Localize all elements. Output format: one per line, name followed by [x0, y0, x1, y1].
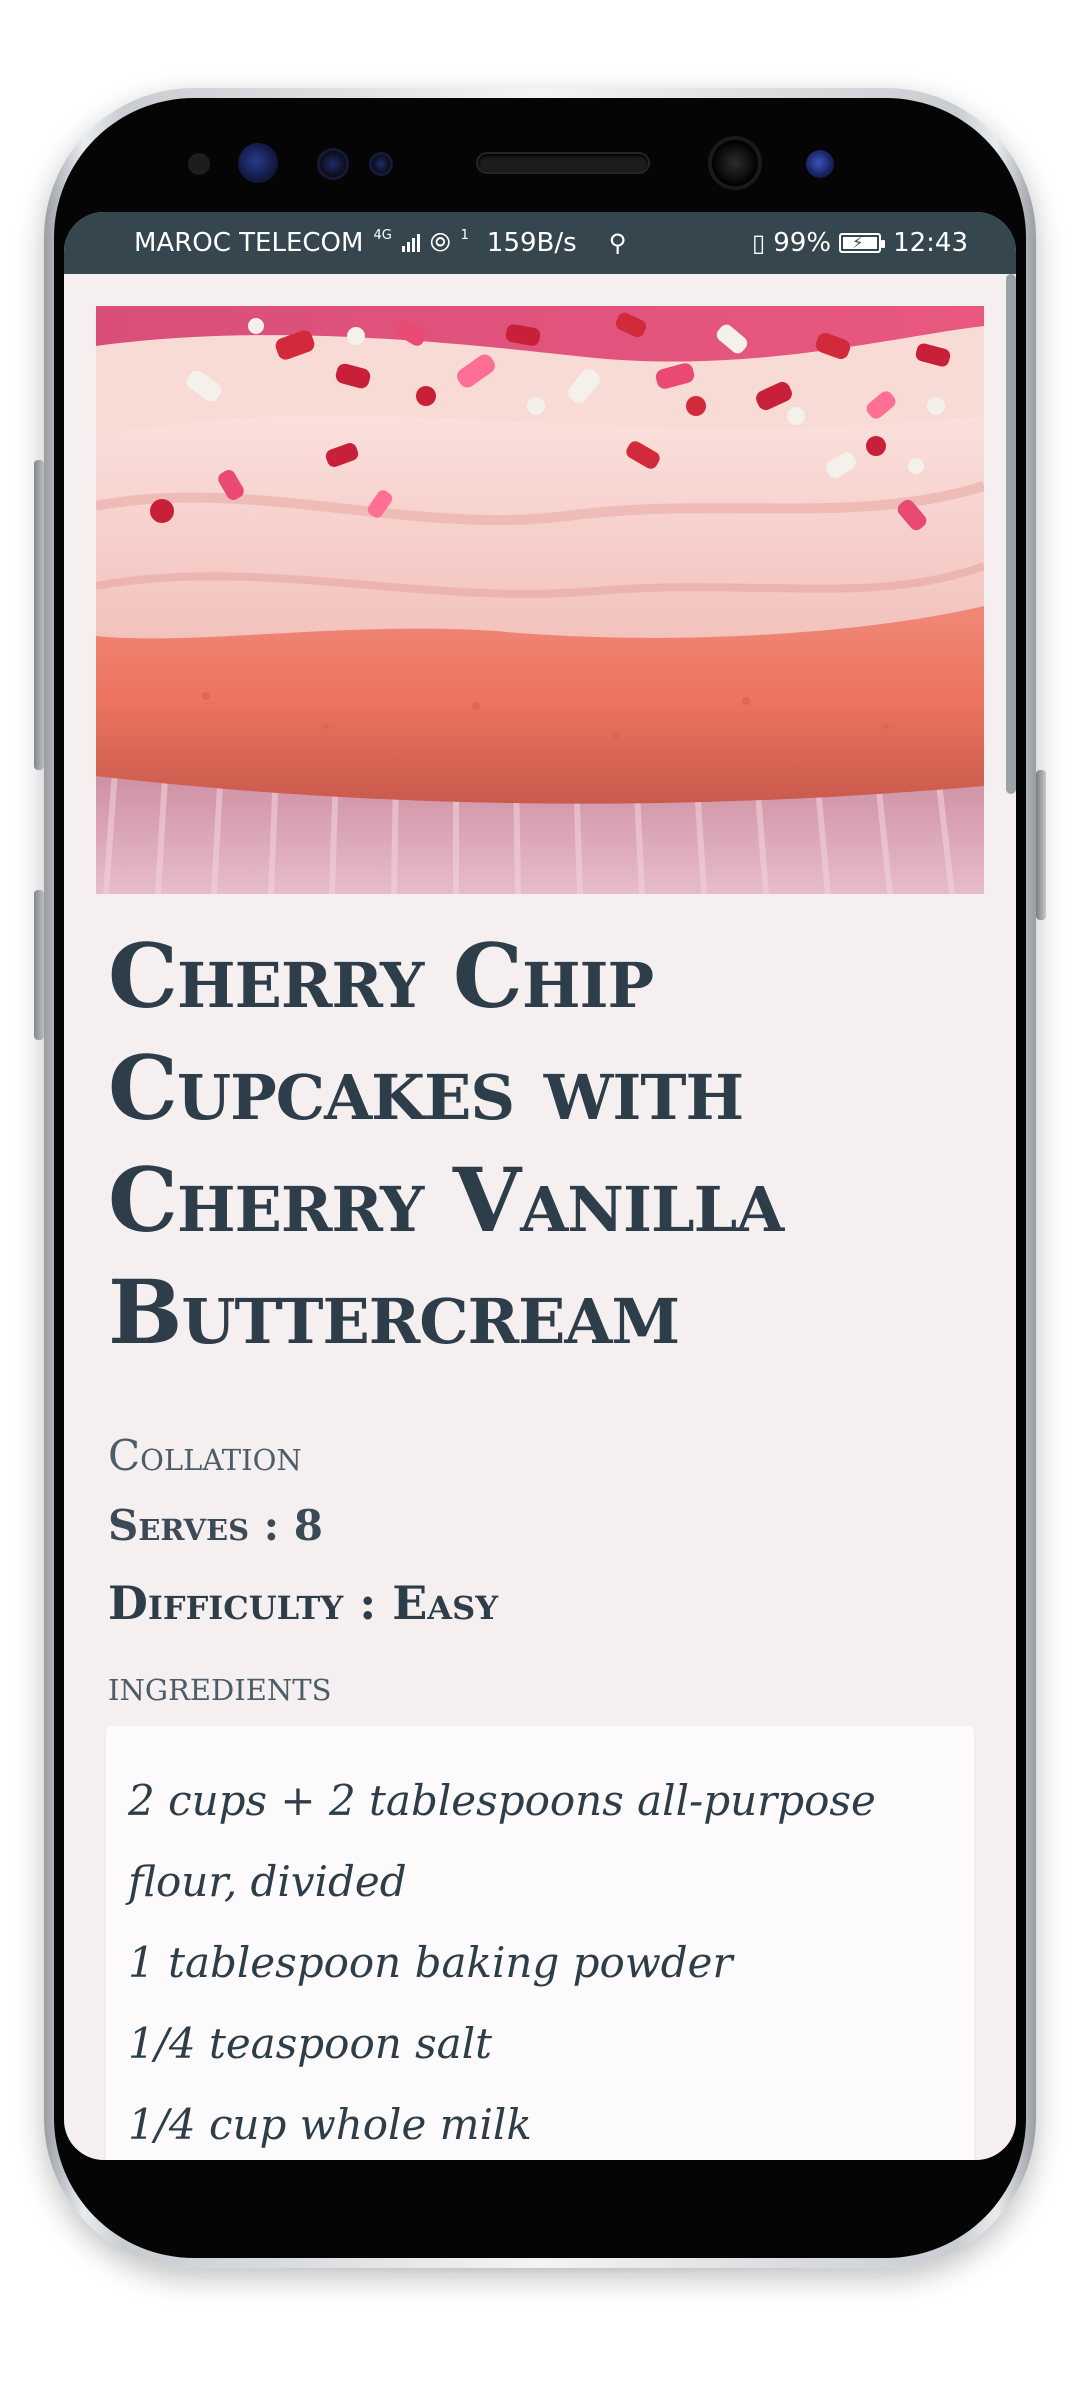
clock: 12:43 [893, 228, 968, 258]
light-sensor [320, 151, 346, 177]
ingredients-card: 2 cups + 2 tablespoons all-purpose flour… [106, 1726, 974, 2160]
led-sensor [372, 155, 390, 173]
ingredient-item: 2 cups + 2 tablespoons all-purpose flour… [128, 1776, 876, 1906]
recipe-serves: Serves : 8 [108, 1501, 324, 1550]
front-camera [712, 140, 758, 186]
hotspot-badge: 1 [460, 227, 469, 243]
status-right: ▯ 99% ⚡ 12:43 [752, 212, 968, 274]
power-button [1036, 770, 1046, 920]
carrier-name: MAROC TELECOM [134, 228, 364, 258]
iris-sensor [238, 143, 278, 183]
iris-camera [806, 150, 834, 178]
hotspot-icon: ⦾ [429, 227, 451, 258]
signal-icon [401, 234, 420, 252]
device-mockup: MAROC TELECOM 4G ⦾ 1 159B/s ⚲ ▯ 99% ⚡ 12… [0, 0, 1080, 2400]
volume-button [34, 460, 44, 770]
ingredient-item: 1/4 cup whole milk [128, 2100, 532, 2149]
earpiece-speaker [478, 154, 648, 172]
proximity-sensor [188, 153, 210, 175]
vibrate-icon: ▯ [752, 229, 766, 257]
recipe-detail[interactable]: Cherry Chip Cupcakes with Cherry Vanilla… [64, 274, 1016, 2160]
bixby-button [34, 890, 44, 1040]
network-type: 4G [373, 227, 392, 243]
recipe-title: Cherry Chip Cupcakes with Cherry Vanilla… [108, 924, 784, 1364]
recipe-image [96, 306, 984, 894]
screen: MAROC TELECOM 4G ⦾ 1 159B/s ⚲ ▯ 99% ⚡ 12… [64, 212, 1016, 2160]
ingredient-item: 1/4 teaspoon salt [128, 2019, 493, 2068]
battery-percent: 99% [773, 228, 832, 258]
cupcake-photo [96, 306, 984, 894]
battery-icon: ⚡ [839, 233, 886, 253]
charging-bolt-icon: ⚡ [852, 233, 864, 252]
status-bar: MAROC TELECOM 4G ⦾ 1 159B/s ⚲ ▯ 99% ⚡ 12… [64, 212, 1016, 274]
status-left: MAROC TELECOM 4G ⦾ 1 159B/s ⚲ [134, 212, 626, 274]
network-speed: 159B/s [486, 228, 577, 258]
recipe-category: Collation [108, 1431, 302, 1480]
scrollbar[interactable] [1006, 274, 1016, 794]
ingredient-item: 1 tablespoon baking powder [128, 1938, 733, 1987]
recipe-difficulty: Difficulty : Easy [108, 1576, 499, 1630]
ingredients-heading: ingredients [108, 1661, 332, 1710]
usb-icon: ⚲ [608, 229, 627, 257]
